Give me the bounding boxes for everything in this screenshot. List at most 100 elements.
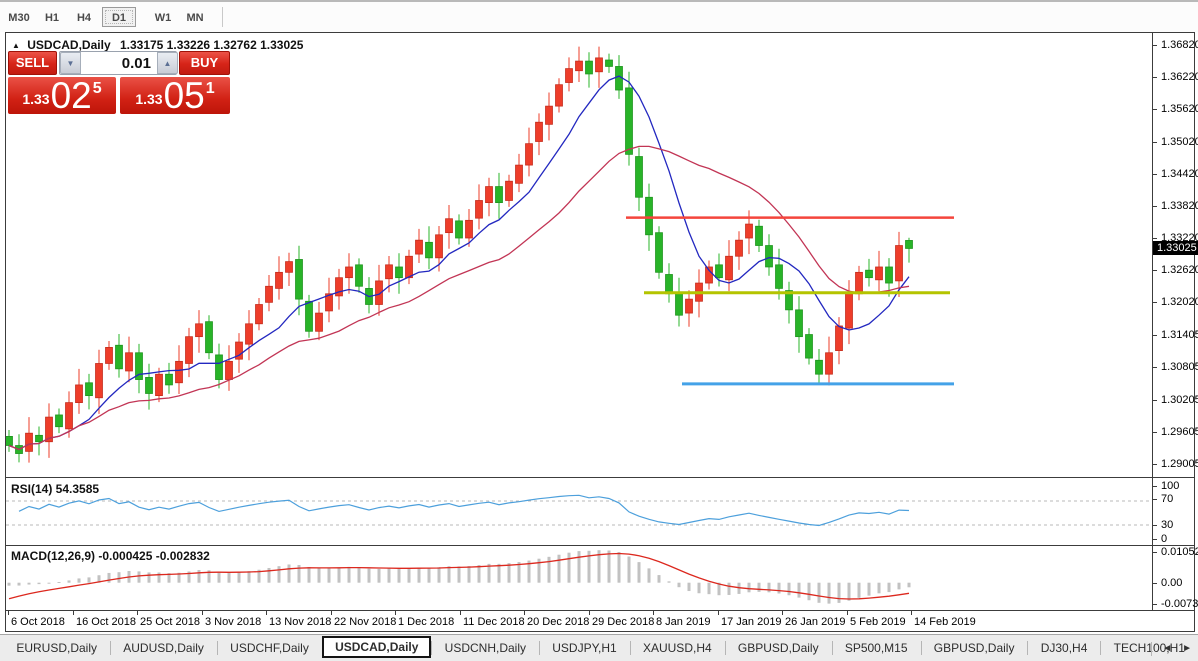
rsi-axis-label: 70 xyxy=(1161,493,1173,505)
tab-scroll-right-icon[interactable]: ► xyxy=(1182,643,1192,654)
date-tick xyxy=(460,611,461,615)
sell-quote-panel[interactable]: 1.33 02 5 xyxy=(8,77,116,114)
buy-price-sup: 1 xyxy=(206,80,215,98)
macd-bar xyxy=(428,568,431,583)
macd-bar xyxy=(678,583,681,587)
date-tick-label: 17 Jan 2019 xyxy=(721,616,782,628)
tab-usdchf-daily[interactable]: USDCHF,Daily xyxy=(217,638,322,658)
rsi-panel[interactable] xyxy=(6,479,1152,545)
tab-dj30-h4[interactable]: DJ30,H4 xyxy=(1028,638,1101,658)
macd-bar xyxy=(448,566,451,582)
timeframe-button-d1[interactable]: D1 xyxy=(102,7,136,27)
macd-bar xyxy=(318,568,321,583)
price-tick xyxy=(1153,432,1157,433)
date-tick xyxy=(782,611,783,615)
macd-bar xyxy=(18,583,21,586)
price-tick-label: 1.33820 xyxy=(1161,200,1198,212)
macd-axis-tick xyxy=(1153,552,1157,553)
date-tick-label: 16 Oct 2018 xyxy=(76,616,136,628)
macd-axis-tick xyxy=(1153,583,1157,584)
price-axis[interactable]: 1.368201.362201.356201.350201.344201.338… xyxy=(1153,33,1198,611)
price-tick-label: 1.36820 xyxy=(1161,39,1198,51)
spin-up-icon: ▲ xyxy=(164,59,172,68)
date-tick xyxy=(395,611,396,615)
price-tick xyxy=(1153,77,1157,78)
macd-bar xyxy=(888,583,891,592)
price-tick xyxy=(1153,206,1157,207)
macd-bar xyxy=(498,564,501,583)
macd-bar xyxy=(628,557,631,583)
date-tick-label: 29 Dec 2018 xyxy=(592,616,654,628)
rsi-splitter[interactable] xyxy=(5,477,1195,478)
toolbar-separator xyxy=(222,7,223,27)
price-tick-label: 1.29005 xyxy=(1161,458,1198,470)
date-tick-label: 5 Feb 2019 xyxy=(850,616,906,628)
date-axis[interactable]: 6 Oct 201816 Oct 201825 Oct 20183 Nov 20… xyxy=(6,611,1152,632)
macd-bar xyxy=(908,583,911,588)
macd-bar xyxy=(898,583,901,590)
rsi-axis-label: 100 xyxy=(1161,480,1179,492)
tab-sp500-m15[interactable]: SP500,M15 xyxy=(832,638,921,658)
date-tick-label: 8 Jan 2019 xyxy=(656,616,710,628)
date-tick xyxy=(847,611,848,615)
price-tick xyxy=(1153,302,1157,303)
collapse-triangle-icon[interactable]: ▲ xyxy=(12,41,20,50)
date-tick-label: 3 Nov 2018 xyxy=(205,616,261,628)
macd-bar xyxy=(698,583,701,594)
timeframe-button-mn[interactable]: MN xyxy=(182,7,208,27)
macd-bar xyxy=(748,583,751,593)
tab-xauusd-h4[interactable]: XAUUSD,H4 xyxy=(630,638,725,658)
tab-gbpusd-daily[interactable]: GBPUSD,Daily xyxy=(921,638,1028,658)
volume-input[interactable] xyxy=(81,52,157,74)
macd-bar xyxy=(48,583,51,584)
macd-bar xyxy=(768,583,771,593)
spin-down-icon: ▼ xyxy=(67,59,75,68)
rsi-axis-tick xyxy=(1153,486,1157,487)
macd-bar xyxy=(818,583,821,603)
macd-bar xyxy=(38,583,41,584)
date-tick xyxy=(524,611,525,615)
macd-bar xyxy=(508,563,511,583)
date-tick-label: 14 Feb 2019 xyxy=(914,616,976,628)
price-tick xyxy=(1153,270,1157,271)
macd-bar xyxy=(148,572,151,582)
macd-bar xyxy=(108,573,111,583)
price-tick xyxy=(1153,109,1157,110)
macd-bar xyxy=(458,566,461,582)
timeframe-button-h1[interactable]: H1 xyxy=(40,7,64,27)
volume-decrease-button[interactable]: ▼ xyxy=(60,52,81,74)
tab-usdcad-daily[interactable]: USDCAD,Daily xyxy=(322,636,431,658)
volume-increase-button[interactable]: ▲ xyxy=(157,52,178,74)
macd-bar xyxy=(388,569,391,583)
tab-scroll-controls: ◄► xyxy=(1151,635,1192,661)
tab-usdcnh-daily[interactable]: USDCNH,Daily xyxy=(432,638,539,658)
macd-splitter[interactable] xyxy=(5,545,1195,546)
macd-bar xyxy=(648,568,651,582)
price-tick-label: 1.32620 xyxy=(1161,264,1198,276)
sell-price-small: 1.33 xyxy=(22,91,49,107)
tab-scroll-left-icon[interactable]: ◄ xyxy=(1162,643,1172,654)
tab-usdjpy-h1[interactable]: USDJPY,H1 xyxy=(539,638,629,658)
timeframe-button-w1[interactable]: W1 xyxy=(150,7,176,27)
timeframe-button-m30[interactable]: M30 xyxy=(4,7,34,27)
tab-gbpusd-daily[interactable]: GBPUSD,Daily xyxy=(725,638,832,658)
mt4-terminal: M30H1H4D1W1MN ▲ USDCAD,Daily 1.33175 1.3… xyxy=(0,0,1198,661)
price-tick xyxy=(1153,238,1157,239)
tab-eurusd-daily[interactable]: EURUSD,Daily xyxy=(3,638,110,658)
macd-bar xyxy=(728,583,731,595)
macd-bar xyxy=(68,580,71,582)
macd-bar xyxy=(638,562,641,583)
tab-audusd-daily[interactable]: AUDUSD,Daily xyxy=(110,638,217,658)
timeframe-button-h4[interactable]: H4 xyxy=(72,7,96,27)
sell-button[interactable]: SELL xyxy=(8,51,57,75)
price-tick-label: 1.30205 xyxy=(1161,394,1198,406)
date-tick xyxy=(137,611,138,615)
date-tick-label: 22 Nov 2018 xyxy=(334,616,396,628)
macd-bar xyxy=(838,583,841,603)
buy-button[interactable]: BUY xyxy=(179,51,230,75)
macd-bar xyxy=(848,583,851,601)
price-tick-label: 1.29605 xyxy=(1161,426,1198,438)
date-tick xyxy=(266,611,267,615)
buy-quote-panel[interactable]: 1.33 05 1 xyxy=(120,77,230,114)
macd-bar xyxy=(828,583,831,604)
